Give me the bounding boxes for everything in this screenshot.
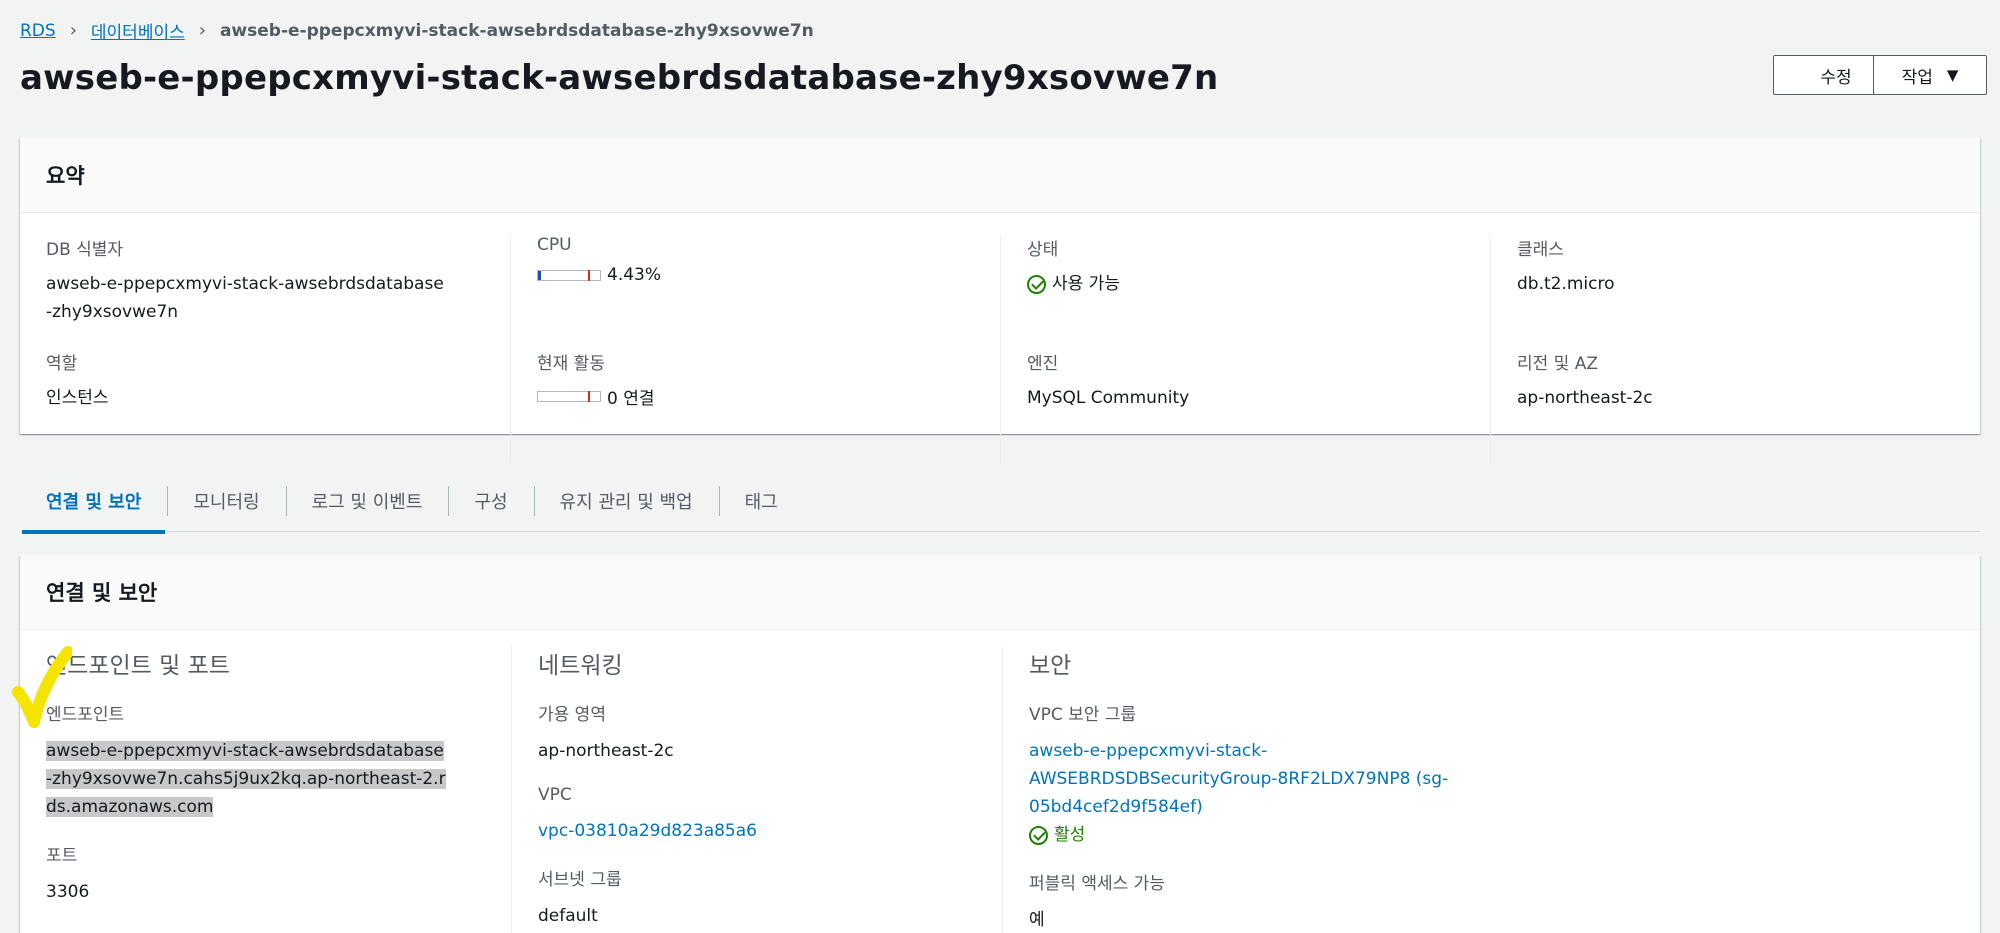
annotation-checkmark-icon xyxy=(12,646,72,728)
detail-tabs: 연결 및 보안 모니터링 로그 및 이벤트 구성 유지 관리 및 백업 태그 xyxy=(20,470,1980,534)
public-access-value: 예 xyxy=(1029,910,1045,930)
status-badge: 사용 가능 xyxy=(1027,270,1464,298)
tab-tags[interactable]: 태그 xyxy=(718,470,804,532)
port-label: 포트 xyxy=(46,846,78,866)
az-label: 가용 영역 xyxy=(538,705,606,725)
breadcrumb-rds-link[interactable]: RDS xyxy=(20,21,56,41)
summary-panel: 요약 DB 식별자 awseb-e-ppepcxmyvi-stack-awseb… xyxy=(20,138,1980,463)
chevron-right-icon: › xyxy=(69,20,77,41)
db-identifier-label: DB 식별자 xyxy=(46,240,124,260)
page-title: awseb-e-ppepcxmyvi-stack-awsebrdsdatabas… xyxy=(20,58,1219,98)
security-group-status-text: 활성 xyxy=(1054,825,1086,845)
cpu-threshold-mark xyxy=(588,269,590,281)
tab-configuration[interactable]: 구성 xyxy=(448,470,533,532)
endpoint-value[interactable]: awseb-e-ppepcxmyvi-stack-awsebrdsdatabas… xyxy=(46,737,446,821)
role-value: 인스턴스 xyxy=(46,388,109,408)
role-label: 역할 xyxy=(46,354,78,374)
status-value: 사용 가능 xyxy=(1052,274,1120,294)
networking-section-title: 네트워킹 xyxy=(538,653,623,679)
summary-col-cpu: CPU 4.43% 현재 활동 0 연결 xyxy=(510,235,1000,463)
security-group-link[interactable]: awseb-e-ppepcxmyvi-stack-AWSEBRDSDBSecur… xyxy=(1029,737,1449,821)
tab-logs-events[interactable]: 로그 및 이벤트 xyxy=(285,470,449,532)
engine-value: MySQL Community xyxy=(1027,388,1190,408)
tab-monitoring[interactable]: 모니터링 xyxy=(167,470,285,532)
endpoint-column: 엔드포인트 및 포트 엔드포인트 awseb-e-ppepcxmyvi-stac… xyxy=(20,646,511,933)
public-access-label: 퍼블릭 액세스 가능 xyxy=(1029,874,1165,894)
db-identifier-value: awseb-e-ppepcxmyvi-stack-awsebrdsdatabas… xyxy=(46,274,444,322)
tab-connectivity[interactable]: 연결 및 보안 xyxy=(20,470,167,534)
connectivity-header: 연결 및 보안 xyxy=(20,555,1980,630)
subnet-group-value[interactable]: default xyxy=(538,902,976,930)
actions-button-label: 작업 xyxy=(1901,67,1933,88)
port-value: 3306 xyxy=(46,882,90,902)
endpoint-section-title: 엔드포인트 및 포트 xyxy=(46,653,230,679)
subnet-group-label: 서브넷 그룹 xyxy=(538,870,622,890)
chevron-right-icon: › xyxy=(198,20,206,41)
breadcrumb-databases-link[interactable]: 데이터베이스 xyxy=(91,18,185,43)
activity-meter: 0 연결 xyxy=(537,384,974,409)
cpu-label: CPU xyxy=(537,235,572,255)
cpu-value: 4.43% xyxy=(607,265,662,285)
activity-label: 현재 활동 xyxy=(537,354,605,374)
cpu-meter: 4.43% xyxy=(537,265,974,285)
connectivity-panel: 연결 및 보안 엔드포인트 및 포트 엔드포인트 awseb-e-ppepcxm… xyxy=(20,555,1980,933)
security-section-title: 보안 xyxy=(1029,653,1072,679)
cpu-progress-bar xyxy=(537,269,601,281)
summary-col-status: 상태 사용 가능 엔진 MySQL Community xyxy=(1000,235,1490,463)
caret-down-icon: ▼ xyxy=(1946,66,1959,84)
activity-progress-bar xyxy=(537,391,601,402)
summary-col-identifier: DB 식별자 awseb-e-ppepcxmyvi-stack-awsebrds… xyxy=(20,235,510,463)
activity-value: 0 연결 xyxy=(607,389,655,409)
security-group-status: 활성 xyxy=(1029,821,1954,849)
security-column: 보안 VPC 보안 그룹 awseb-e-ppepcxmyvi-stack-AW… xyxy=(1002,646,1980,933)
vpc-label: VPC xyxy=(538,785,572,805)
check-circle-icon xyxy=(1029,825,1048,845)
activity-threshold-mark xyxy=(588,391,590,402)
region-value: ap-northeast-2c xyxy=(1517,388,1653,408)
summary-col-class: 클래스 db.t2.micro 리전 및 AZ ap-northeast-2c xyxy=(1490,235,1980,463)
check-circle-icon xyxy=(1027,274,1046,294)
actions-dropdown-button[interactable]: 작업 ▼ xyxy=(1873,55,1987,95)
cpu-progress-fill xyxy=(538,270,541,280)
az-value: ap-northeast-2c xyxy=(538,741,674,761)
tab-maintenance-backup[interactable]: 유지 관리 및 백업 xyxy=(533,470,719,532)
breadcrumb: RDS › 데이터베이스 › awseb-e-ppepcxmyvi-stack-… xyxy=(20,18,814,43)
summary-grid: DB 식별자 awseb-e-ppepcxmyvi-stack-awsebrds… xyxy=(20,213,1980,463)
security-group-label: VPC 보안 그룹 xyxy=(1029,705,1137,725)
status-label: 상태 xyxy=(1027,240,1059,260)
connectivity-grid: 엔드포인트 및 포트 엔드포인트 awseb-e-ppepcxmyvi-stac… xyxy=(20,630,1980,933)
endpoint-label: 엔드포인트 xyxy=(46,705,125,725)
edit-button-label: 수정 xyxy=(1820,67,1852,88)
summary-header: 요약 xyxy=(20,138,1980,213)
engine-label: 엔진 xyxy=(1027,354,1059,374)
endpoint-value-text: awseb-e-ppepcxmyvi-stack-awsebrdsdatabas… xyxy=(46,741,446,817)
class-label: 클래스 xyxy=(1517,240,1564,260)
breadcrumb-current: awseb-e-ppepcxmyvi-stack-awsebrdsdatabas… xyxy=(219,20,814,41)
networking-column: 네트워킹 가용 영역 ap-northeast-2c VPC vpc-03810… xyxy=(511,646,1002,933)
region-label: 리전 및 AZ xyxy=(1517,354,1599,374)
vpc-link[interactable]: vpc-03810a29d823a85a6 xyxy=(538,817,976,845)
class-value: db.t2.micro xyxy=(1517,274,1615,294)
